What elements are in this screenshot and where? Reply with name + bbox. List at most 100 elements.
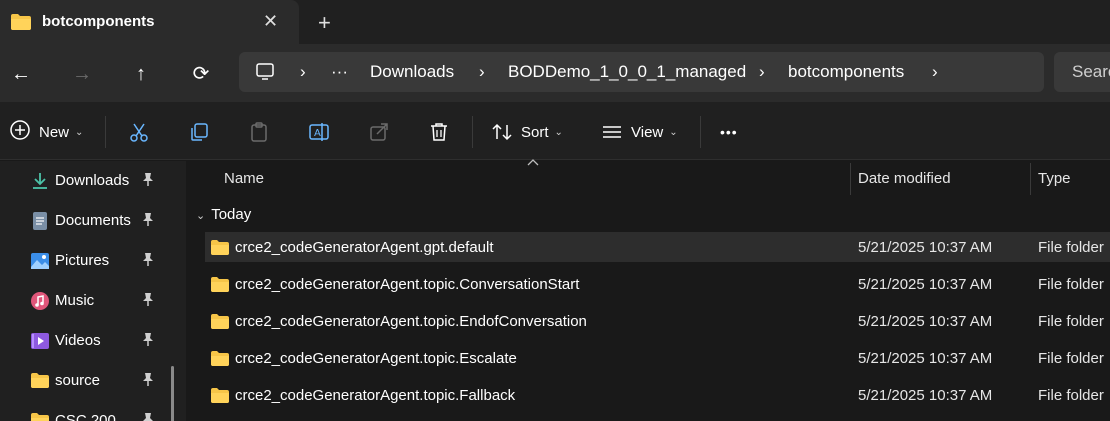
pin-icon: [142, 292, 154, 309]
file-date: 5/21/2025 10:37 AM: [858, 276, 993, 293]
picture-icon: [30, 251, 50, 271]
table-row[interactable]: crce2_codeGeneratorAgent.topic.Fallback …: [205, 380, 1110, 410]
sort-icon: [492, 123, 512, 141]
sidebar-item-pictures[interactable]: Pictures: [30, 249, 170, 275]
download-icon: [30, 171, 50, 191]
sort-button[interactable]: Sort ⌄: [491, 120, 563, 144]
chevron-down-icon: ⌄: [554, 126, 563, 138]
table-row[interactable]: crce2_codeGeneratorAgent.topic.Escalate …: [205, 343, 1110, 373]
file-type: File folder: [1038, 350, 1104, 367]
delete-icon: [431, 123, 447, 141]
view-icon: [603, 126, 621, 138]
share-icon: [370, 123, 388, 141]
column-header-date[interactable]: Date modified: [858, 170, 951, 187]
more-options-icon[interactable]: •••: [720, 120, 738, 144]
refresh-button[interactable]: ⟳: [187, 60, 215, 88]
folder-icon: [210, 312, 230, 335]
up-button[interactable]: ↑: [127, 60, 155, 88]
file-name: crce2_codeGeneratorAgent.topic.Escalate: [235, 350, 517, 367]
column-divider[interactable]: [850, 163, 851, 195]
column-header-name[interactable]: Name: [224, 170, 264, 187]
address-bar[interactable]: › ··· Downloads › BODDemo_1_0_0_1_manage…: [239, 52, 1044, 92]
breadcrumb-chevron-icon[interactable]: ›: [300, 62, 306, 82]
search-input[interactable]: Searc: [1072, 62, 1110, 82]
folder-icon: [30, 371, 50, 391]
table-row[interactable]: crce2_codeGeneratorAgent.gpt.default 5/2…: [205, 232, 1110, 262]
breadcrumb-chevron-icon[interactable]: ›: [479, 62, 485, 82]
share-button[interactable]: [368, 120, 390, 144]
paste-icon: [251, 122, 267, 142]
breadcrumb-chevron-icon[interactable]: ›: [759, 62, 765, 82]
sidebar-item-downloads[interactable]: Downloads: [30, 169, 170, 195]
file-type: File folder: [1038, 313, 1104, 330]
file-date: 5/21/2025 10:37 AM: [858, 350, 993, 367]
sidebar-item-label: Music: [55, 292, 95, 309]
file-name: crce2_codeGeneratorAgent.gpt.default: [235, 239, 494, 256]
rename-icon: A: [309, 123, 329, 141]
copy-icon: [191, 123, 208, 141]
file-name: crce2_codeGeneratorAgent.topic.EndofConv…: [235, 313, 587, 330]
cut-button[interactable]: [128, 120, 150, 144]
video-icon: [30, 331, 50, 351]
chevron-down-icon: ⌄: [669, 126, 678, 138]
folder-icon: [30, 411, 50, 421]
close-tab-icon[interactable]: ✕: [263, 11, 278, 32]
sidebar-item-csc200[interactable]: CSC 200: [30, 409, 170, 421]
rename-button[interactable]: A: [308, 120, 330, 144]
table-row[interactable]: crce2_codeGeneratorAgent.topic.EndofConv…: [205, 306, 1110, 336]
search-box[interactable]: Searc: [1054, 52, 1110, 92]
new-tab-button[interactable]: +: [318, 10, 331, 36]
file-list: Name Date modified Type ⌄ Today crce2_cod…: [186, 158, 1110, 421]
pin-icon: [142, 412, 154, 421]
toolbar-divider: [472, 116, 473, 148]
toolbar-divider: [105, 116, 106, 148]
file-date: 5/21/2025 10:37 AM: [858, 313, 993, 330]
breadcrumb-overflow[interactable]: ···: [331, 62, 348, 82]
paste-button[interactable]: [248, 120, 270, 144]
table-row[interactable]: crce2_codeGeneratorAgent.topic.Conversat…: [205, 269, 1110, 299]
sidebar-item-label: CSC 200: [55, 412, 116, 421]
tab-botcomponents[interactable]: botcomponents ✕: [0, 0, 299, 44]
copy-button[interactable]: [188, 120, 210, 144]
pin-icon: [142, 172, 154, 189]
breadcrumb-boddemo[interactable]: BODDemo_1_0_0_1_managed: [508, 62, 746, 82]
tab-title: botcomponents: [42, 13, 155, 30]
breadcrumb-botcomponents[interactable]: botcomponents: [788, 62, 904, 82]
new-button[interactable]: New ⌄: [9, 119, 83, 146]
sidebar-scrollbar[interactable]: [171, 366, 174, 421]
group-header-today[interactable]: ⌄ Today: [196, 206, 251, 223]
folder-icon: [210, 238, 230, 261]
folder-icon: [210, 386, 230, 409]
breadcrumb-chevron-icon[interactable]: ›: [932, 62, 938, 82]
pin-icon: [142, 332, 154, 349]
cut-icon: [130, 123, 148, 142]
sidebar-item-label: Documents: [55, 212, 131, 229]
sidebar-item-label: Videos: [55, 332, 101, 349]
file-date: 5/21/2025 10:37 AM: [858, 239, 993, 256]
column-divider[interactable]: [1030, 163, 1031, 195]
new-label: New: [39, 123, 70, 141]
file-type: File folder: [1038, 387, 1104, 404]
sort-label: Sort: [521, 123, 549, 141]
pin-icon: [142, 372, 154, 389]
breadcrumb-downloads[interactable]: Downloads: [370, 62, 454, 82]
column-header-type[interactable]: Type: [1038, 170, 1071, 187]
sort-ascending-icon: [527, 158, 539, 169]
sidebar-item-documents[interactable]: Documents: [30, 209, 170, 235]
file-date: 5/21/2025 10:37 AM: [858, 387, 993, 404]
add-circle-icon: [9, 119, 31, 146]
this-pc-icon[interactable]: [255, 62, 275, 87]
forward-button[interactable]: →: [68, 60, 96, 88]
view-label: View: [631, 123, 664, 141]
sidebar-item-source[interactable]: source: [30, 369, 170, 395]
sidebar-item-music[interactable]: Music: [30, 289, 170, 315]
back-button[interactable]: ←: [7, 60, 35, 88]
file-type: File folder: [1038, 239, 1104, 256]
sidebar-item-videos[interactable]: Videos: [30, 329, 170, 355]
view-button[interactable]: View ⌄: [601, 120, 678, 144]
delete-button[interactable]: [428, 120, 450, 144]
sidebar-item-label: source: [55, 372, 101, 389]
folder-icon: [210, 275, 230, 298]
file-type: File folder: [1038, 276, 1104, 293]
svg-text:A: A: [314, 128, 321, 139]
